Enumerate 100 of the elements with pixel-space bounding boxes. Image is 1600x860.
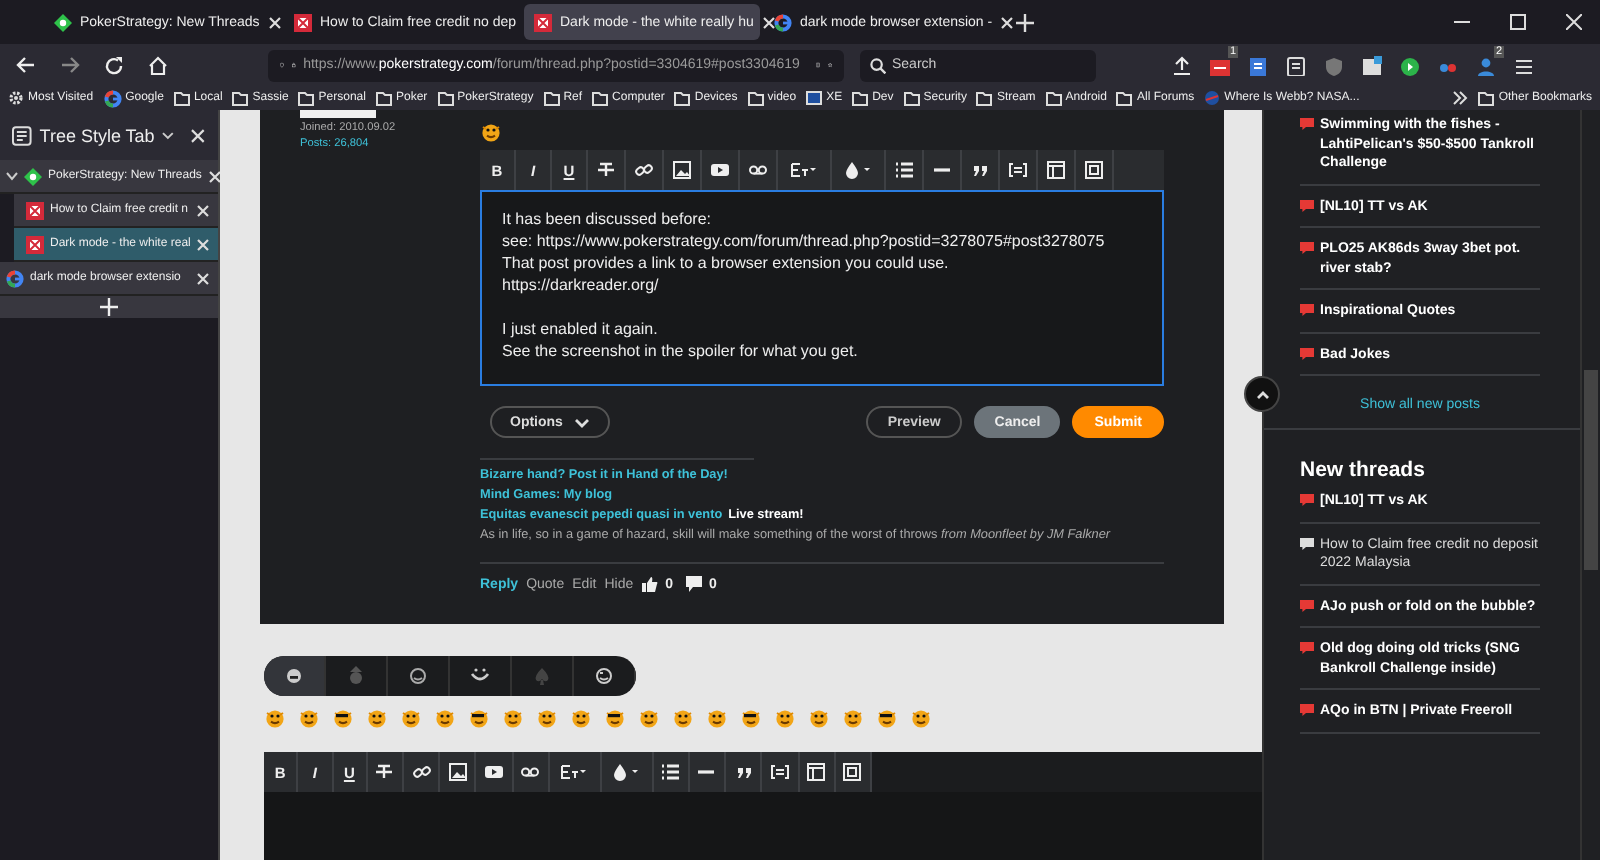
new-tab-icon[interactable] [1016, 13, 1034, 31]
diamond-icon [54, 13, 72, 31]
window-icon[interactable] [1084, 160, 1104, 180]
smiley-icon[interactable] [842, 708, 864, 728]
reload-icon[interactable] [104, 55, 124, 75]
smiley-icon[interactable] [910, 708, 932, 728]
link-icon[interactable] [411, 762, 432, 782]
nasa-icon [1204, 90, 1221, 106]
smiley-icon[interactable] [706, 708, 728, 728]
list-icon[interactable] [660, 762, 681, 782]
close-icon[interactable] [196, 237, 211, 251]
droplet-icon[interactable] [612, 762, 641, 782]
google-icon [103, 89, 122, 107]
maximize-icon[interactable] [1510, 14, 1526, 30]
caret-icon[interactable] [162, 131, 175, 139]
close-icon[interactable] [761, 15, 776, 29]
gear-icon [8, 90, 24, 106]
smiley-icon[interactable] [264, 708, 286, 728]
extension-icon[interactable] [1210, 55, 1230, 75]
folder-icon [173, 90, 190, 106]
smiley-icon[interactable] [502, 708, 524, 728]
smiley-icon[interactable] [570, 708, 592, 728]
chevron-up-icon [1255, 389, 1269, 399]
close-icon[interactable] [207, 169, 222, 183]
text-editor[interactable]: It has been discussed before: see: https://www.pokerstrategy.com/forum/thread.php?postid=3278075#post3278075 That post provides a link to a browser extension you could use. https://darkreader.org/ I just enabled it again. See the screenshot in the spoiler for what you get. [480, 190, 1164, 386]
folder-icon [1045, 90, 1062, 106]
back-icon[interactable] [16, 56, 36, 74]
droplet-icon[interactable] [844, 160, 872, 180]
chevrons-icon[interactable] [1452, 90, 1469, 106]
play-icon[interactable] [1400, 55, 1420, 75]
menu-icon[interactable] [1514, 55, 1534, 75]
smiley-icon[interactable] [604, 708, 626, 728]
smiley-icon[interactable] [536, 708, 558, 728]
folder-icon [852, 90, 869, 106]
smiley-icon[interactable] [638, 708, 660, 728]
smiley-icon[interactable] [468, 708, 490, 728]
search-icon [870, 57, 886, 73]
chevron-down-icon [574, 417, 591, 427]
folder-icon [232, 90, 249, 106]
folder-icon [903, 90, 920, 106]
close-icon[interactable] [267, 15, 282, 29]
smiley-icon[interactable] [808, 708, 830, 728]
close-icon[interactable] [196, 203, 210, 217]
list-icon[interactable] [894, 160, 914, 180]
video-icon[interactable] [710, 160, 730, 180]
emoji-category-tab[interactable] [264, 656, 326, 696]
close-icon[interactable] [196, 271, 210, 285]
folder-icon [976, 90, 993, 106]
smiley-icon[interactable] [298, 708, 320, 728]
quote-icon[interactable] [733, 762, 754, 782]
smiley-icon[interactable] [740, 708, 762, 728]
smiley-icon[interactable] [332, 708, 354, 728]
page-icon[interactable] [1286, 55, 1306, 75]
google-icon [6, 269, 24, 287]
site-icon [26, 201, 44, 219]
site-icon [26, 235, 44, 253]
upload-icon[interactable] [1172, 55, 1192, 75]
smiley-icon[interactable] [366, 708, 388, 728]
video-icon[interactable] [484, 762, 505, 782]
smiley-icon[interactable] [774, 708, 796, 728]
close-icon[interactable] [190, 127, 206, 143]
forward-icon[interactable] [60, 56, 80, 74]
smiley-icon[interactable] [672, 708, 694, 728]
quote-icon[interactable] [970, 160, 990, 180]
tape-icon[interactable] [748, 160, 768, 180]
image-icon[interactable] [447, 762, 468, 782]
window-plus-icon[interactable] [1362, 55, 1382, 75]
brackets-icon[interactable] [769, 762, 790, 782]
chevron-icon[interactable] [6, 170, 18, 182]
window-icon[interactable] [1046, 160, 1066, 180]
speech-icon[interactable] [685, 576, 702, 592]
xe-icon [806, 90, 823, 106]
home-icon[interactable] [148, 55, 168, 75]
folder-icon [375, 90, 392, 106]
font-size-icon[interactable] [790, 160, 818, 180]
strikethrough-icon[interactable] [374, 762, 395, 782]
folder-icon [1478, 90, 1495, 106]
font-size-icon[interactable] [560, 762, 589, 782]
smiley-icon[interactable] [434, 708, 456, 728]
tape-icon[interactable] [520, 762, 541, 782]
window-icon[interactable] [842, 762, 863, 782]
brackets-icon[interactable] [1008, 160, 1028, 180]
close-icon[interactable] [1566, 14, 1582, 30]
document-icon[interactable] [1248, 55, 1268, 75]
strikethrough-icon[interactable] [596, 160, 616, 180]
new-tab-icon[interactable] [100, 298, 118, 316]
section-heading: New threads [1300, 458, 1427, 482]
smiley-icon[interactable] [480, 122, 502, 142]
smiley-icon[interactable] [400, 708, 422, 728]
window-icon[interactable] [806, 762, 827, 782]
thumbs-up-icon[interactable] [641, 576, 658, 592]
avatar-placeholder [300, 110, 376, 118]
scroll-up-button[interactable] [1244, 376, 1280, 412]
site-icon [294, 13, 312, 31]
link-icon[interactable] [634, 160, 654, 180]
close-icon[interactable] [1000, 15, 1015, 29]
scrollbar[interactable] [1580, 110, 1600, 860]
image-icon[interactable] [672, 160, 692, 180]
smiley-icon[interactable] [876, 708, 898, 728]
person-icon[interactable] [1476, 55, 1496, 75]
